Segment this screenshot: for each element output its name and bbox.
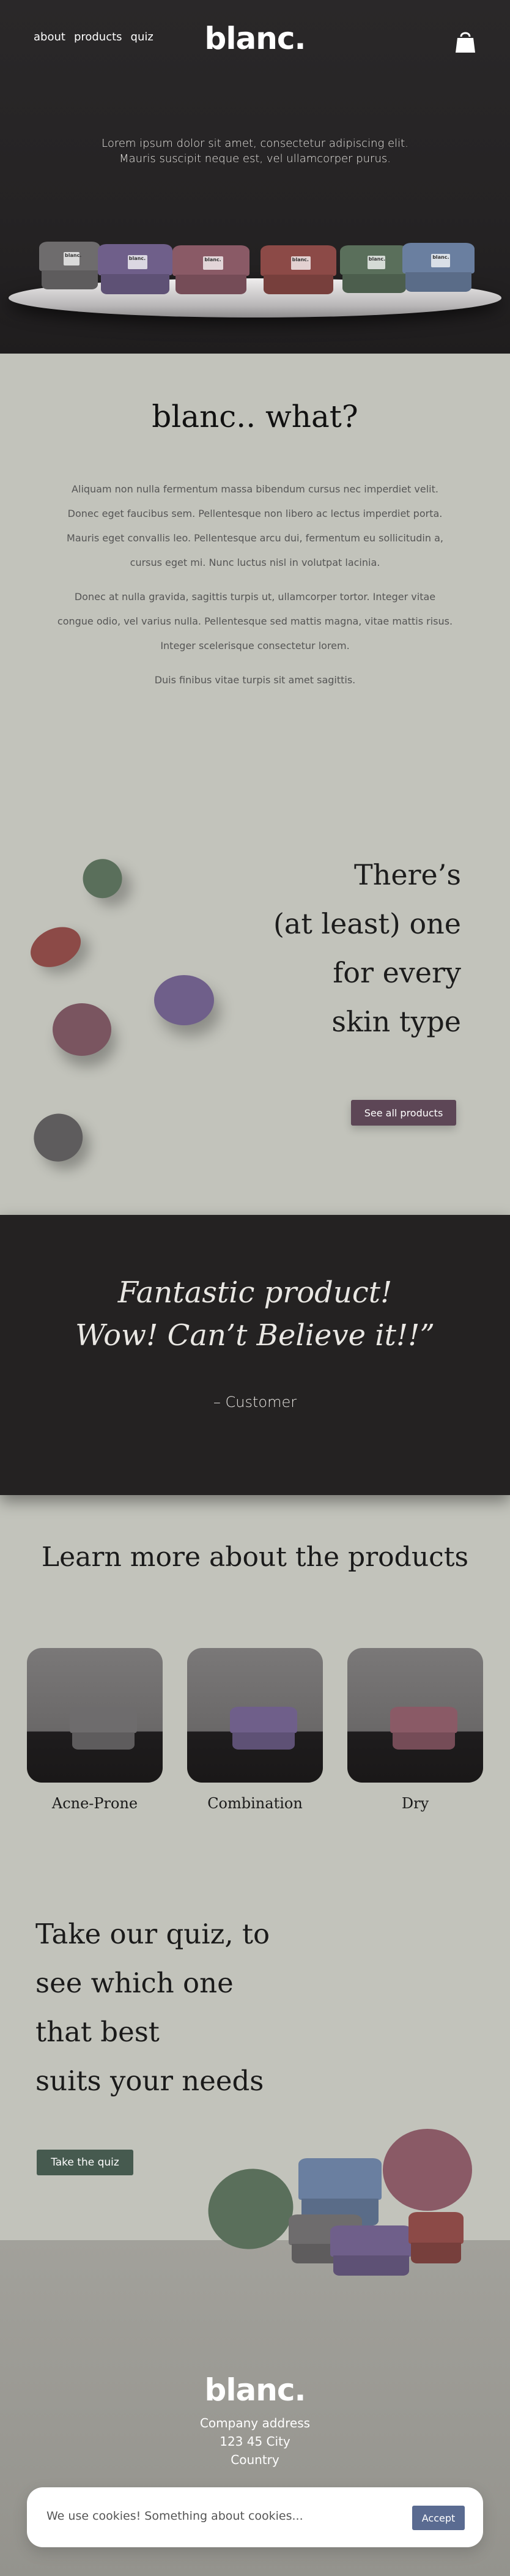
skin-heading-line3: for every bbox=[333, 956, 461, 989]
jar-red bbox=[408, 2212, 464, 2263]
jar-mauve bbox=[383, 2129, 472, 2211]
skin-heading-line4: skin type bbox=[331, 1005, 461, 1038]
footer-address: Company address 123 45 City Country bbox=[0, 2414, 510, 2469]
cookie-banner: We use cookies! Something about cookies.… bbox=[27, 2487, 483, 2547]
jar-mauve bbox=[390, 1707, 457, 1750]
shopping-bag-icon[interactable] bbox=[455, 29, 476, 54]
product-card-dry[interactable]: Dry bbox=[347, 1648, 483, 1812]
skin-heading-line1: There’s bbox=[354, 858, 461, 891]
jar-green: blanc. bbox=[340, 245, 408, 293]
product-card-label[interactable]: Combination bbox=[187, 1795, 323, 1812]
jar-purple bbox=[230, 1707, 297, 1750]
brand-logo[interactable]: blanc. bbox=[0, 21, 510, 56]
jar-mauve: blanc. bbox=[172, 245, 249, 294]
quote-line2: Wow! Can’t Believe it!!” bbox=[75, 1318, 435, 1353]
jar-purple bbox=[330, 2225, 412, 2276]
quiz-heading-line3: that best bbox=[35, 2016, 160, 2048]
testimonial-author: – Customer bbox=[213, 1394, 297, 1411]
hero-tagline: Lorem ipsum dolor sit amet, consectetur … bbox=[0, 136, 510, 166]
hero-product-jars: blanc. blanc. blanc. blanc. blanc. blanc… bbox=[37, 242, 477, 297]
product-card-label[interactable]: Acne-Prone bbox=[27, 1795, 163, 1812]
about-title: blanc.. what? bbox=[152, 399, 358, 434]
see-all-products-button[interactable]: See all products bbox=[351, 1100, 456, 1126]
footer-address-line3: Country bbox=[231, 2452, 279, 2467]
jar-label: blanc. bbox=[64, 252, 81, 265]
jar-red: blanc. bbox=[261, 245, 336, 294]
quiz-heading-line4: suits your needs bbox=[35, 2065, 264, 2097]
accept-cookies-button[interactable]: Accept bbox=[412, 2506, 465, 2530]
jar-blue: blanc. bbox=[402, 243, 475, 292]
skin-type-heading: There’s (at least) one for every skin ty… bbox=[273, 850, 461, 1046]
product-image[interactable] bbox=[187, 1648, 323, 1783]
cookie-message: We use cookies! Something about cookies.… bbox=[46, 2509, 303, 2523]
jar-purple: blanc. bbox=[98, 244, 172, 294]
floating-jar-red bbox=[24, 918, 95, 985]
about-paragraph-2: Donec at nulla gravida, sagittis turpis … bbox=[57, 591, 453, 651]
jar-gray: blanc. bbox=[39, 242, 100, 289]
take-quiz-button[interactable]: Take the quiz bbox=[37, 2150, 133, 2175]
hero-tagline-line1: Lorem ipsum dolor sit amet, consectetur … bbox=[102, 137, 408, 150]
about-paragraph-3: Duis finibus vitae turpis sit amet sagit… bbox=[154, 674, 356, 686]
testimonial-section: Fantastic product! Wow! Can’t Believe it… bbox=[0, 1215, 510, 1495]
product-card-acne-prone[interactable]: Acne-Prone bbox=[27, 1648, 163, 1812]
floating-jar-mauve bbox=[53, 1003, 114, 1058]
quiz-heading-line2: see which one bbox=[35, 1967, 234, 1999]
jar-label: blanc. bbox=[367, 256, 385, 269]
floating-jar-green bbox=[77, 852, 137, 913]
jar-gray bbox=[70, 1707, 137, 1750]
footer-logo[interactable]: blanc. bbox=[0, 2372, 510, 2408]
footer-address-line2: 123 45 City bbox=[220, 2434, 290, 2449]
product-card-combination[interactable]: Combination bbox=[187, 1648, 323, 1812]
quote-line1: Fantastic product! bbox=[117, 1275, 393, 1310]
hero-tagline-line2: Mauris suscipit neque est, vel ullamcorp… bbox=[119, 152, 391, 165]
products-title: Learn more about the products bbox=[41, 1542, 469, 1573]
product-image[interactable] bbox=[347, 1648, 483, 1783]
about-body: Aliquam non nulla fermentum massa bibend… bbox=[55, 477, 455, 702]
floating-jar-purple bbox=[154, 975, 215, 1030]
quiz-section: Take our quiz, to see which one that bes… bbox=[0, 1890, 510, 2288]
floating-jar-gray bbox=[28, 1108, 92, 1171]
jar-label: blanc. bbox=[290, 256, 311, 270]
about-paragraph-1: Aliquam non nulla fermentum massa bibend… bbox=[67, 483, 443, 568]
skin-heading-line2: (at least) one bbox=[273, 907, 461, 940]
footer-address-line1: Company address bbox=[199, 2416, 311, 2430]
testimonial-quote: Fantastic product! Wow! Can’t Believe it… bbox=[0, 1271, 510, 1357]
hero-section: about products quiz blanc. Lorem ipsum d… bbox=[0, 0, 510, 354]
jar-label: blanc. bbox=[431, 253, 450, 267]
jar-label: blanc. bbox=[127, 255, 147, 269]
product-card-label[interactable]: Dry bbox=[347, 1795, 483, 1812]
jar-label: blanc. bbox=[203, 256, 224, 270]
quiz-heading: Take our quiz, to see which one that bes… bbox=[35, 1910, 270, 2106]
quiz-heading-line1: Take our quiz, to bbox=[35, 1918, 270, 1950]
product-image[interactable] bbox=[27, 1648, 163, 1783]
